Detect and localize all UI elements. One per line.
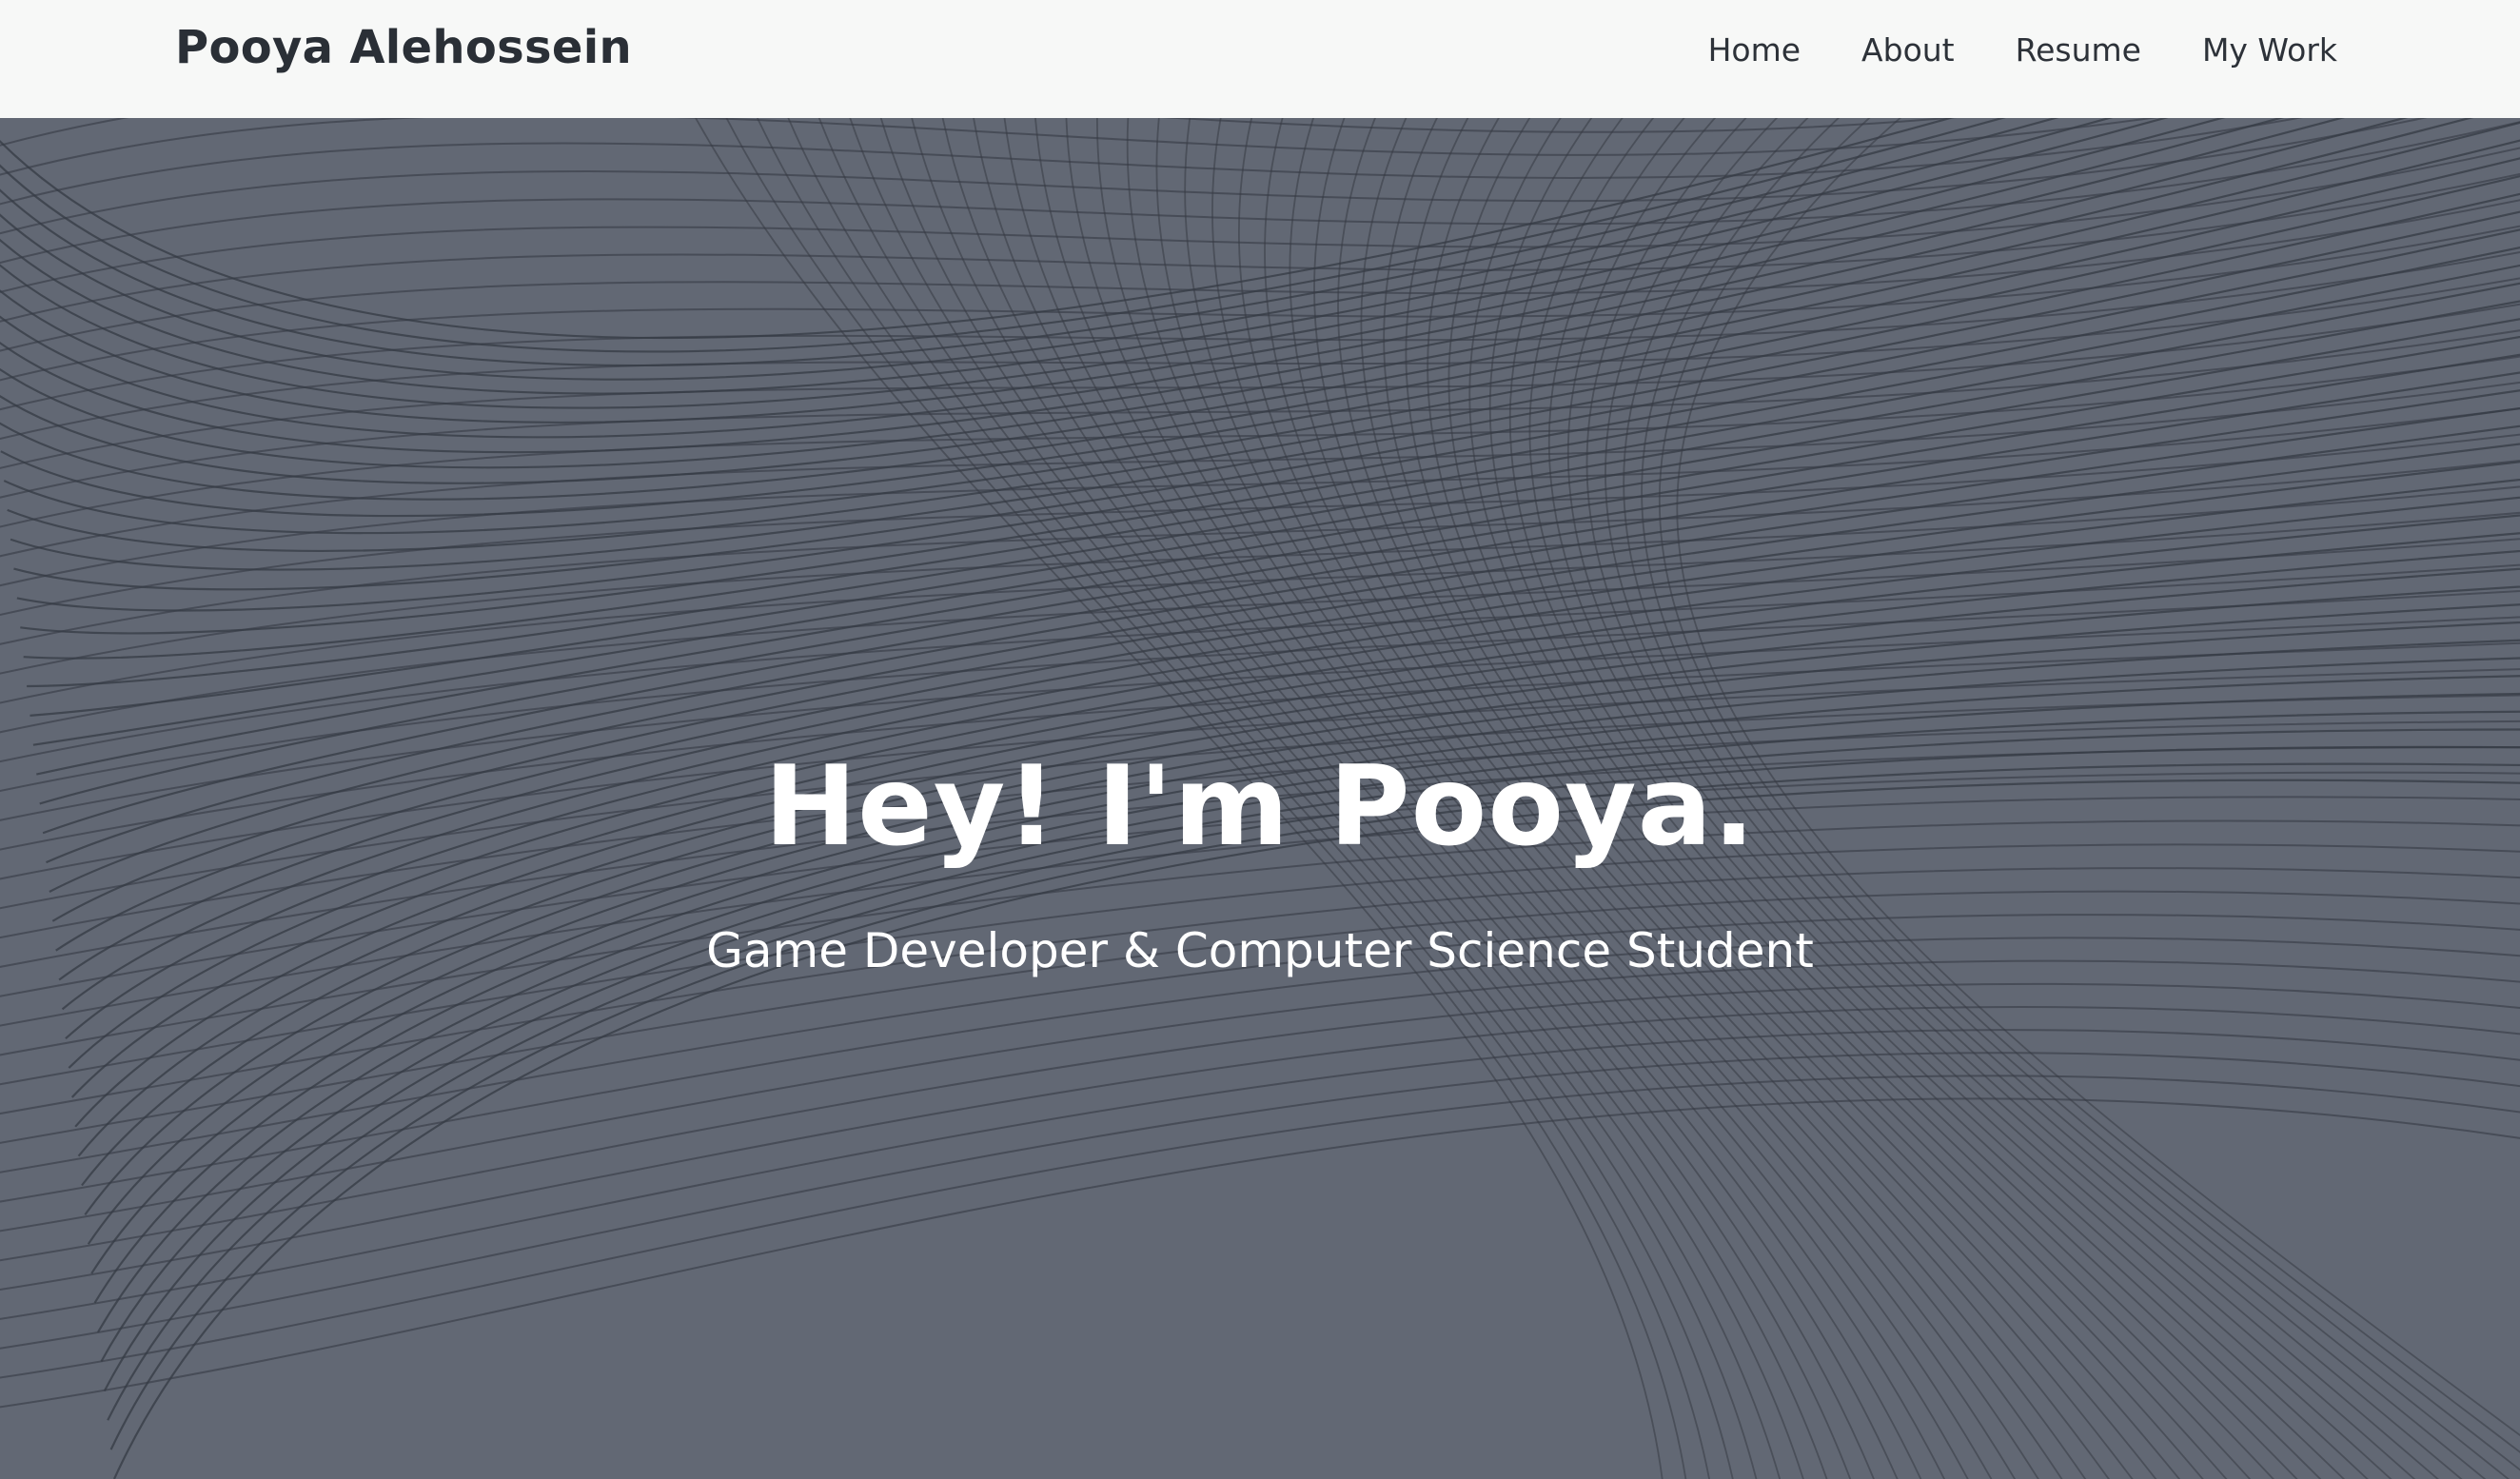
pattern-line: [0, 277, 2520, 441]
nav-link-my-work[interactable]: My Work: [2202, 31, 2337, 69]
pattern-line: [30, 318, 2520, 717]
nav-link-about[interactable]: About: [1861, 31, 1955, 69]
nav-item-resume: Resume: [2016, 31, 2141, 69]
hero-title: Hey! I'm Pooya.: [764, 742, 1756, 871]
hero-section: Hey! I'm Pooya. Game Developer & Compute…: [0, 118, 2520, 1479]
pattern-line: [0, 867, 2520, 1115]
pattern-line: [0, 1029, 2520, 1320]
site-brand[interactable]: Pooya Alehossein: [175, 21, 632, 74]
navbar: Pooya Alehossein Home About Resume My Wo…: [0, 0, 2520, 118]
nav-link-home[interactable]: Home: [1708, 31, 1801, 69]
pattern-line: [0, 118, 2156, 176]
pattern-line: [0, 139, 2520, 501]
pattern-line: [0, 118, 2409, 454]
pattern-line: [0, 959, 2520, 1232]
pattern-line: [0, 1006, 2520, 1292]
nav-menu: Home About Resume My Work: [1708, 31, 2337, 69]
hero-subtitle: Game Developer & Computer Science Studen…: [706, 923, 1814, 978]
pattern-line: [0, 118, 1955, 340]
nav-link-resume[interactable]: Resume: [2016, 31, 2141, 69]
pattern-line: [0, 121, 2520, 484]
nav-item-about: About: [1861, 31, 1955, 69]
pattern-line: [112, 779, 2520, 1479]
nav-item-home: Home: [1708, 31, 1801, 69]
nav-item-my-work: My Work: [2202, 31, 2337, 69]
pattern-line: [0, 118, 2428, 235]
pattern-line: [0, 563, 2520, 763]
